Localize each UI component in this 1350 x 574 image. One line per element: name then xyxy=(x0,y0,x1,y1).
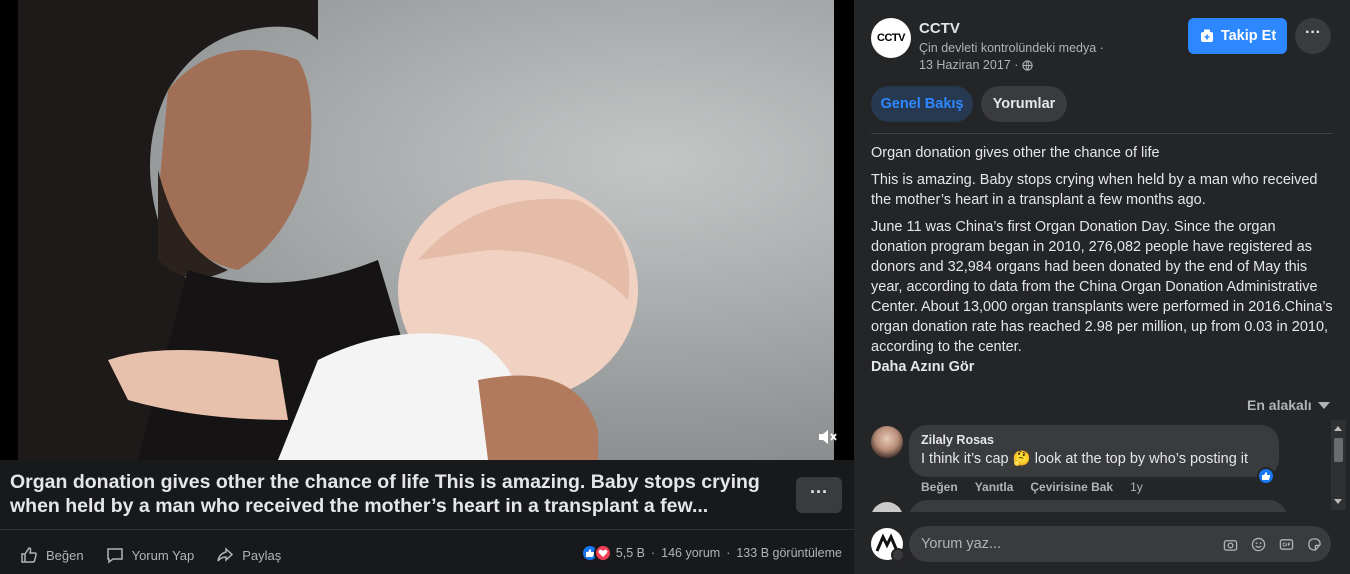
like-button[interactable]: Beğen xyxy=(20,546,84,564)
comment-icon xyxy=(106,548,123,564)
comment-bubble xyxy=(909,500,1287,512)
post-paragraph: June 11 was China’s first Organ Donation… xyxy=(871,219,1333,355)
follow-button[interactable]: Takip Et xyxy=(1188,18,1287,54)
comment-text-part: I think it’s cap xyxy=(921,451,1009,467)
video-player[interactable] xyxy=(0,0,854,460)
share-label: Paylaş xyxy=(242,547,282,563)
comment-count[interactable]: 146 yorum xyxy=(661,546,720,560)
comment-text-part: look at the top by who’s posting it xyxy=(1034,451,1249,467)
comment-button[interactable]: Yorum Yap xyxy=(106,546,195,564)
reaction-count[interactable]: 5,5 B xyxy=(616,546,645,560)
follow-icon xyxy=(1200,29,1213,42)
comment-reply-button[interactable]: Yanıtla xyxy=(975,480,1014,494)
sort-label: En alakalı xyxy=(1247,397,1312,413)
love-reaction-icon xyxy=(593,544,612,562)
comment-text: I think it’s cap 🤔 look at the top by wh… xyxy=(921,450,1267,467)
comment-composer xyxy=(854,512,1350,574)
view-count: 133 B görüntüleme xyxy=(736,546,842,560)
comment-sort-dropdown[interactable]: En alakalı xyxy=(1247,397,1330,413)
comment-translate-button[interactable]: Çevirisine Bak xyxy=(1030,480,1113,494)
composer-tools xyxy=(1222,536,1334,552)
comment-bubble: Zilaly Rosas I think it’s cap 🤔 look at … xyxy=(909,425,1279,477)
gif-icon[interactable] xyxy=(1278,536,1294,552)
like-icon xyxy=(21,547,37,563)
post-date[interactable]: 13 Haziran 2017 · xyxy=(919,58,1018,72)
video-still-image xyxy=(18,0,638,460)
mute-icon[interactable] xyxy=(816,426,840,450)
sticker-icon[interactable] xyxy=(1306,536,1322,552)
post-title: Organ donation gives other the chance of… xyxy=(871,145,1160,161)
comment-author[interactable]: Zilaly Rosas xyxy=(921,433,1267,447)
commenter-avatar[interactable] xyxy=(871,426,903,458)
emoji-icon[interactable] xyxy=(1250,536,1266,552)
camera-icon[interactable] xyxy=(1222,536,1238,552)
separator: · xyxy=(650,546,656,560)
tab-comments[interactable]: Yorumlar xyxy=(981,86,1067,122)
scroll-up-icon[interactable] xyxy=(1334,426,1342,431)
divider xyxy=(871,133,1333,134)
comment-label: Yorum Yap xyxy=(131,547,195,563)
video-more-button[interactable]: ··· xyxy=(796,477,842,513)
avatar-switch-icon[interactable] xyxy=(891,548,905,562)
separator: · xyxy=(726,546,731,560)
post-body: Organ donation gives other the chance of… xyxy=(871,143,1333,377)
page-name[interactable]: CCTV xyxy=(919,20,960,37)
side-panel: CCTV CCTV Çin devleti kontrolündeki medy… xyxy=(854,0,1350,574)
commenter-avatar[interactable] xyxy=(871,502,903,512)
globe-icon xyxy=(1022,59,1034,71)
thinking-emoji-icon: 🤔 xyxy=(1012,451,1031,467)
divider xyxy=(0,529,854,530)
page-avatar[interactable]: CCTV xyxy=(871,18,911,58)
comment-like-button[interactable]: Beğen xyxy=(921,480,958,494)
comment-list: Zilaly Rosas I think it’s cap 🤔 look at … xyxy=(854,420,1334,512)
comment-age[interactable]: 1y xyxy=(1130,480,1143,494)
video-column: Organ donation gives other the chance of… xyxy=(0,0,854,574)
scroll-down-icon[interactable] xyxy=(1334,499,1342,504)
tab-overview[interactable]: Genel Bakış xyxy=(871,86,973,122)
comments-scrollbar[interactable] xyxy=(1331,420,1346,510)
share-icon xyxy=(217,547,234,562)
comment-like-icon[interactable] xyxy=(1257,467,1275,485)
more-options-button[interactable]: ··· xyxy=(1295,18,1331,54)
scrollbar-thumb[interactable] xyxy=(1334,438,1343,462)
comment-actions: Beğen Yanıtla Çevirisine Bak 1y xyxy=(921,480,1160,494)
share-button[interactable]: Paylaş xyxy=(216,546,281,564)
caret-down-icon xyxy=(1317,401,1330,409)
post-paragraph: This is amazing. Baby stops crying when … xyxy=(871,172,1318,208)
action-bar: Beğen Yorum Yap Paylaş xyxy=(20,540,303,570)
video-frame[interactable] xyxy=(18,0,834,460)
like-label: Beğen xyxy=(46,547,84,563)
post-stats: 5,5 B · 146 yorum · 133 B görüntüleme xyxy=(580,544,842,562)
follow-label: Takip Et xyxy=(1220,28,1277,44)
see-less-link[interactable]: Daha Azını Gör xyxy=(871,357,1333,377)
post-date-row: 13 Haziran 2017 · xyxy=(919,58,1034,72)
state-media-label: Çin devleti kontrolündeki medya · xyxy=(919,41,1104,55)
video-caption: Organ donation gives other the chance of… xyxy=(10,471,760,517)
